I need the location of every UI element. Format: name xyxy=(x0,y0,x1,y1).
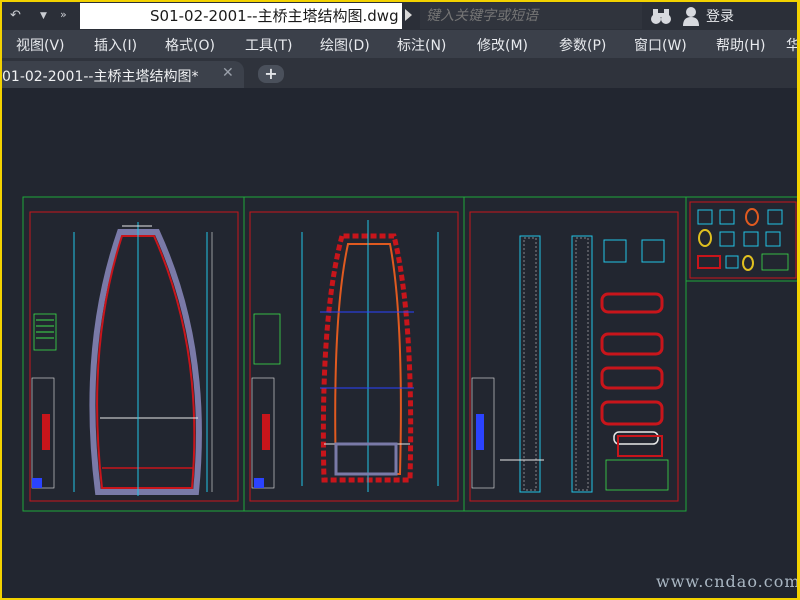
user-icon[interactable] xyxy=(682,6,700,26)
sheet-3 xyxy=(463,196,687,512)
search-input[interactable] xyxy=(420,3,642,29)
menu-tools[interactable]: 工具(T) xyxy=(245,35,292,55)
drawing-sheets xyxy=(22,196,797,512)
sheet-2 xyxy=(243,196,465,512)
menu-help[interactable]: 帮助(H) xyxy=(716,35,765,55)
menu-bar: 视图(V) 插入(I) 格式(O) 工具(T) 绘图(D) 标注(N) 修改(M… xyxy=(2,30,797,58)
title-bar: ↶ ▼ » S01-02-2001--主桥主塔结构图.dwg 登录 xyxy=(2,2,797,30)
binoculars-icon[interactable] xyxy=(650,7,672,25)
menu-dimension[interactable]: 标注(N) xyxy=(397,35,446,55)
drawing-canvas[interactable]: www.cndao.com xyxy=(2,88,797,598)
sheet-1 xyxy=(22,196,245,512)
watermark: www.cndao.com xyxy=(656,572,797,591)
menu-insert[interactable]: 插入(I) xyxy=(94,35,137,55)
document-title: S01-02-2001--主桥主塔结构图.dwg xyxy=(80,3,402,29)
tab-document[interactable]: 01-02-2001--主桥主塔结构图* ✕ xyxy=(2,61,244,88)
menu-modify[interactable]: 修改(M) xyxy=(477,35,528,55)
close-icon[interactable]: ✕ xyxy=(222,65,234,81)
new-tab-button[interactable]: + xyxy=(258,65,284,83)
menu-draw[interactable]: 绘图(D) xyxy=(320,35,370,55)
quick-access-toolbar: ↶ ▼ » xyxy=(10,6,80,26)
more-commands-icon[interactable]: » xyxy=(60,8,67,21)
menu-window[interactable]: 窗口(W) xyxy=(634,35,687,55)
document-tab-bar: 01-02-2001--主桥主塔结构图* ✕ + xyxy=(2,58,797,88)
sheet-4 xyxy=(685,196,797,282)
menu-view[interactable]: 视图(V) xyxy=(16,35,65,55)
menu-parameter[interactable]: 参数(P) xyxy=(559,35,606,55)
menu-overflow[interactable]: 华 xyxy=(786,35,797,55)
dropdown-arrow-icon[interactable]: ▼ xyxy=(40,11,47,21)
undo-icon[interactable]: ↶ xyxy=(10,8,21,23)
menu-format[interactable]: 格式(O) xyxy=(165,35,215,55)
app-window: ↶ ▼ » S01-02-2001--主桥主塔结构图.dwg 登录 视图(V) … xyxy=(2,2,797,598)
login-link[interactable]: 登录 xyxy=(706,6,734,26)
tab-document-label: 01-02-2001--主桥主塔结构图* xyxy=(2,69,199,85)
play-arrow-icon[interactable] xyxy=(405,9,412,21)
